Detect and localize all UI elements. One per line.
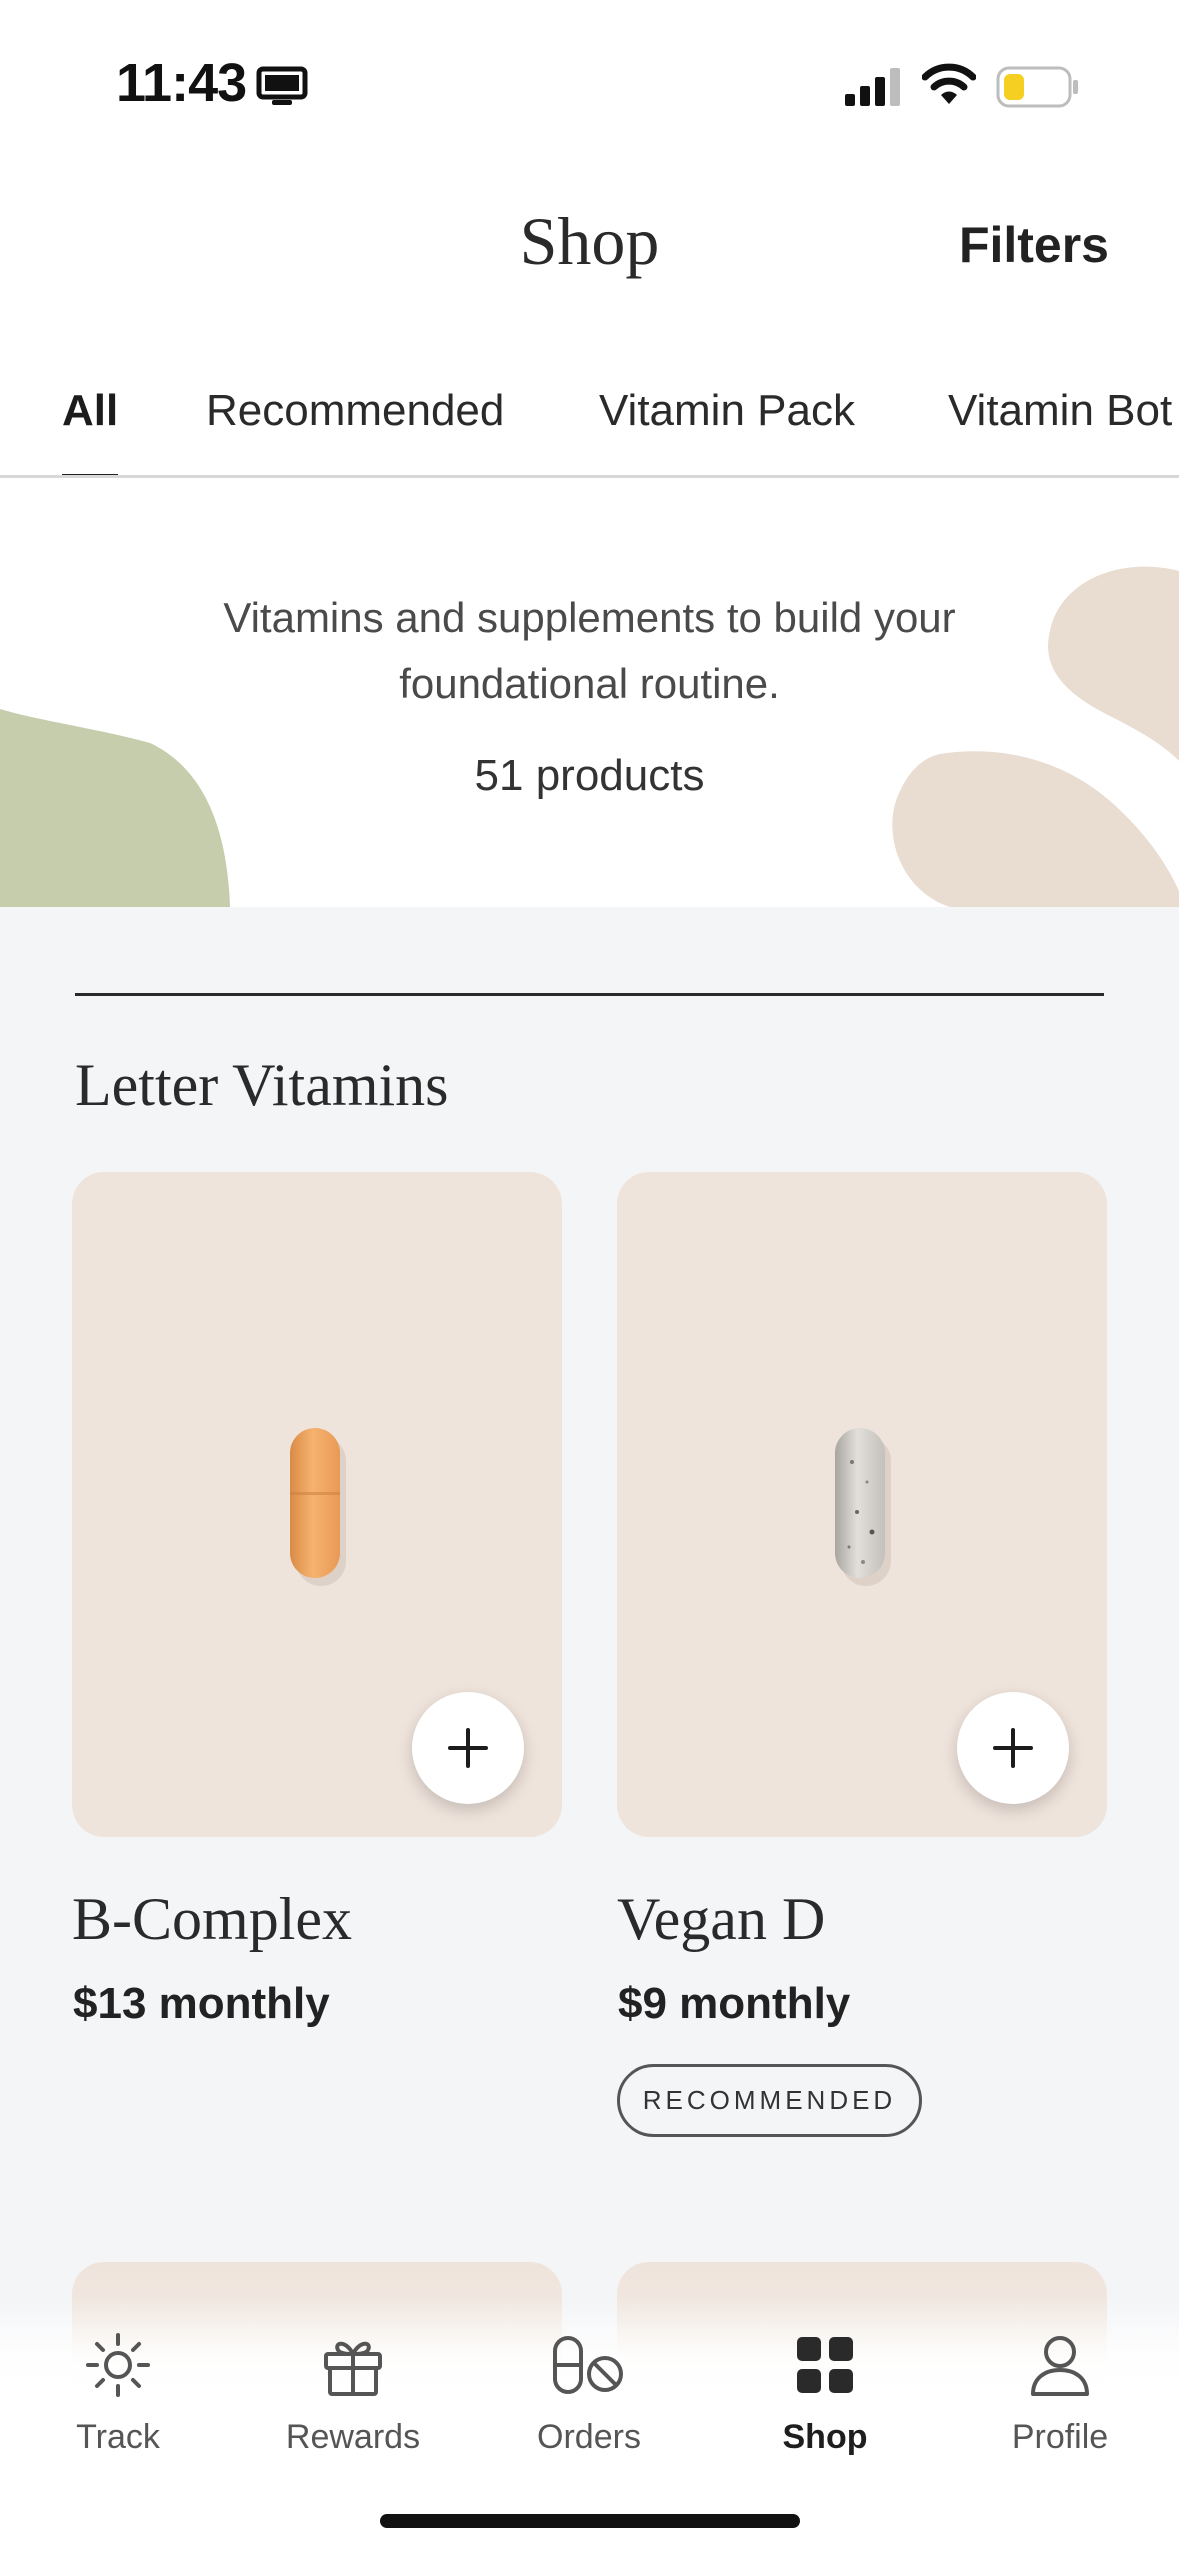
- tab-all[interactable]: All: [62, 386, 118, 436]
- product-count: 51 products: [474, 751, 705, 800]
- shop-screen: 11:43 Shop Filters All Recommended Vitam…: [0, 0, 1179, 2556]
- header: Shop Filters: [0, 180, 1179, 300]
- product-name[interactable]: B-Complex: [72, 1885, 352, 1954]
- plus-icon: [448, 1728, 488, 1768]
- nav-orders[interactable]: Orders: [489, 2330, 689, 2457]
- recommended-badge: RECOMMENDED: [617, 2064, 922, 2137]
- tab-vitamin-pack[interactable]: Vitamin Pack: [599, 386, 855, 436]
- nav-label: Profile: [1011, 2418, 1109, 2456]
- product-price: $13 monthly: [73, 1979, 330, 2028]
- section-title: Letter Vitamins: [75, 1052, 449, 1118]
- nav-rewards[interactable]: Rewards: [253, 2330, 453, 2457]
- cellular-signal-icon: [845, 66, 903, 111]
- category-tabs: All Recommended Vitamin Pack Vitamin Bot: [0, 370, 1179, 478]
- battery-low-power-icon: [996, 66, 1080, 113]
- product-name[interactable]: Vegan D: [617, 1885, 825, 1954]
- home-indicator[interactable]: [380, 2514, 800, 2528]
- status-bar: 11:43: [0, 0, 1179, 160]
- pill-cancel-icon: [553, 2336, 623, 2394]
- nav-label: Shop: [782, 2418, 868, 2456]
- add-to-cart-button[interactable]: [412, 1692, 524, 1804]
- hero-description: Vitamins and supplements to build your f…: [223, 594, 956, 707]
- product-card-b-complex[interactable]: [72, 1172, 562, 1837]
- filters-button[interactable]: Filters: [959, 216, 1109, 274]
- grid-icon: [797, 2337, 853, 2393]
- gift-icon: [324, 2341, 382, 2396]
- product-card-vegan-d[interactable]: [617, 1172, 1107, 1837]
- product-price: $9 monthly: [618, 1979, 851, 2028]
- section-divider: [75, 993, 1104, 996]
- tab-vitamin-bottles[interactable]: Vitamin Bot: [948, 386, 1172, 436]
- nav-profile[interactable]: Profile: [960, 2330, 1160, 2457]
- tab-recommended[interactable]: Recommended: [206, 386, 504, 436]
- person-icon: [1031, 2336, 1089, 2396]
- orange-capsule-icon: [282, 1422, 352, 1597]
- nav-track[interactable]: Track: [18, 2330, 218, 2457]
- nav-shop[interactable]: Shop: [725, 2330, 925, 2457]
- speckled-capsule-icon: [827, 1422, 897, 1597]
- add-to-cart-button[interactable]: [957, 1692, 1069, 1804]
- nav-label: Track: [76, 2418, 160, 2456]
- sun-icon: [86, 2333, 150, 2397]
- status-time: 11:43: [116, 53, 247, 113]
- wifi-icon: [921, 62, 977, 111]
- nav-label: Orders: [537, 2418, 641, 2456]
- screen-mirroring-icon: [256, 66, 308, 111]
- plus-icon: [993, 1728, 1033, 1768]
- nav-label: Rewards: [285, 2418, 421, 2456]
- hero-banner: Vitamins and supplements to build your f…: [0, 481, 1179, 907]
- active-tab-indicator: [62, 474, 118, 475]
